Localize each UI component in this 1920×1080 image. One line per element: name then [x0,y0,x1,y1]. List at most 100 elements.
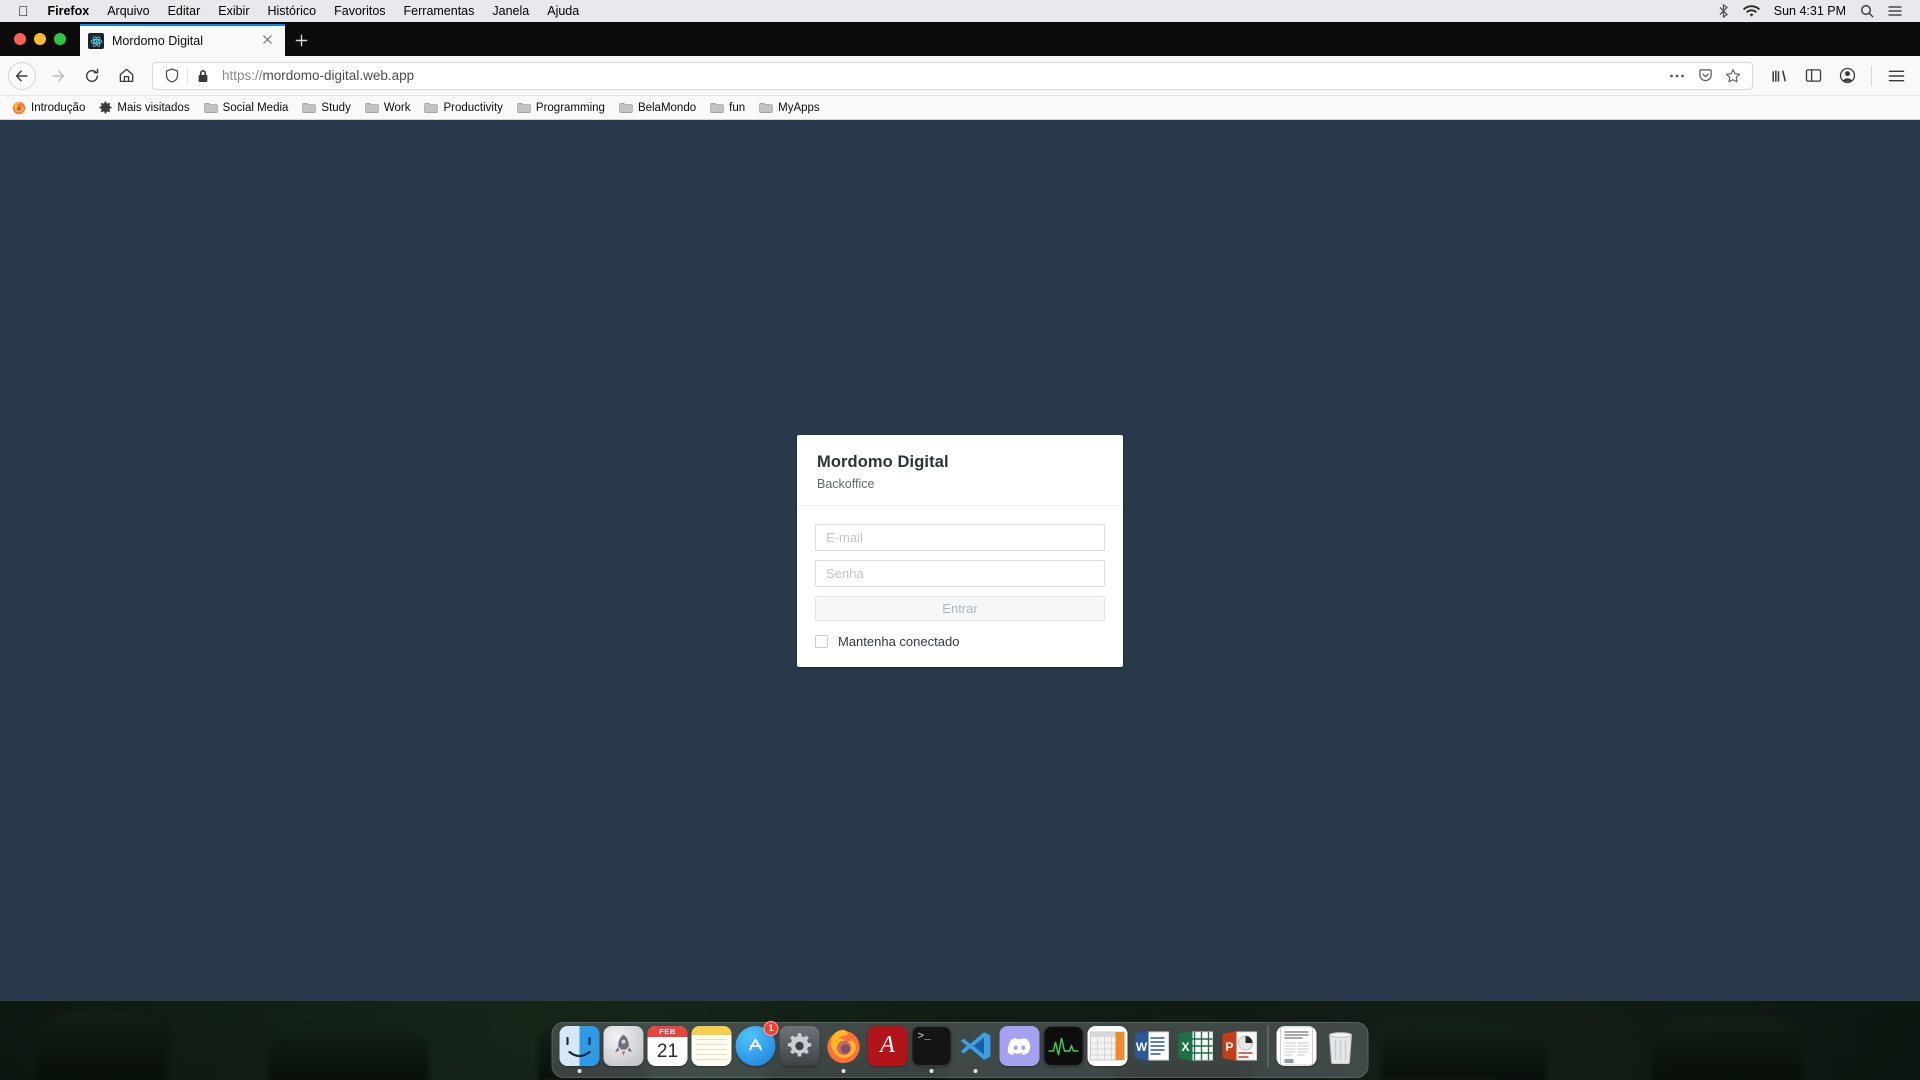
dock-item-calendar[interactable]: FEB 21 [647,1023,689,1073]
bookmark-work[interactable]: Work [359,100,417,116]
dock-item-trash[interactable] [1320,1023,1362,1073]
back-button[interactable] [8,61,36,90]
menu-item-editar[interactable]: Editar [159,4,210,18]
window-minimize-button[interactable] [34,33,46,45]
dock-item-activity-monitor[interactable] [1043,1023,1085,1073]
login-form: Entrar Mantenha conectado [797,506,1123,667]
dock-item-terminal[interactable]: >_ [911,1023,953,1073]
bookmark-social-media[interactable]: Social Media [198,100,295,116]
bookmark-introducao[interactable]: Introdução [6,99,91,117]
urlbar-divider [187,67,188,84]
page-title: Mordomo Digital [817,452,949,471]
dock-item-acrobat-reader[interactable]: A [867,1023,909,1073]
folder-icon [710,102,724,113]
browser-tab-active[interactable]: Mordomo Digital [80,24,285,56]
account-icon[interactable] [1831,60,1863,92]
dock-item-vscode[interactable] [955,1023,997,1073]
new-tab-button[interactable] [285,24,317,56]
sidebar-icon[interactable] [1797,60,1829,92]
bookmark-label: MyApps [778,101,820,114]
menu-item-arquivo[interactable]: Arquivo [98,4,158,18]
control-center-icon[interactable] [1888,5,1902,17]
bookmark-programming[interactable]: Programming [511,100,611,116]
running-indicator [841,1069,846,1073]
dock-item-firefox[interactable] [823,1023,865,1073]
home-button[interactable] [110,60,142,92]
dock-item-notes[interactable] [691,1023,733,1073]
bookmark-label: Study [321,101,351,114]
window-close-button[interactable] [14,33,26,45]
powerpoint-glyph: P [1225,1040,1233,1054]
firefox-logo-icon [12,101,26,114]
menu-item-janela[interactable]: Janela [483,4,538,18]
word-glyph: W [1136,1040,1148,1054]
bookmark-label: Work [383,101,411,114]
menu-item-ajuda[interactable]: Ajuda [538,4,588,18]
bookmark-label: Programming [535,101,605,114]
dock-item-word[interactable]: W [1131,1023,1173,1073]
tab-strip: Mordomo Digital [0,22,1920,56]
url-text[interactable]: https://mordomo-digital.web.app [216,68,1664,83]
pocket-icon[interactable] [1692,63,1718,89]
apple-logo-icon[interactable]:  [18,4,29,18]
dock-separator [1267,1025,1269,1067]
star-icon[interactable] [1720,63,1746,89]
ellipsis-icon[interactable] [1664,63,1690,89]
remember-me-checkbox[interactable] [815,634,828,648]
window-maximize-button[interactable] [54,33,66,45]
bookmark-label: Social Media [222,101,289,114]
dock-item-discord[interactable] [999,1023,1041,1073]
folder-icon [759,102,773,113]
bluetooth-icon[interactable] [1718,4,1729,18]
tracking-protection-shield-icon[interactable] [159,63,185,89]
email-field[interactable] [815,523,1105,551]
close-icon[interactable] [261,33,277,49]
library-icon[interactable] [1763,60,1795,92]
dock-item-powerpoint[interactable]: P [1219,1023,1261,1073]
dock-item-document[interactable] [1276,1023,1318,1073]
bookmark-label: Introdução [31,101,86,114]
calendar-month: FEB [647,1026,688,1037]
bookmark-study[interactable]: Study [296,100,356,116]
menu-item-historico[interactable]: Histórico [259,4,326,18]
menu-item-ferramentas[interactable]: Ferramentas [395,4,484,18]
macos-dock: FEB 21 1 A >_ W X P [551,1021,1369,1078]
search-icon[interactable] [1860,4,1874,18]
bookmark-label: fun [729,101,746,114]
password-field[interactable] [815,559,1105,587]
dock-item-app-store[interactable]: 1 [735,1021,779,1073]
dock-item-launchpad[interactable] [603,1023,645,1073]
dock-item-system-preferences[interactable] [779,1023,821,1073]
remember-me-row[interactable]: Mantenha conectado [815,634,1105,649]
reload-button[interactable] [76,60,108,92]
bookmark-label: BelaMondo [637,101,697,114]
folder-icon [619,102,633,113]
wifi-icon[interactable] [1742,4,1760,18]
padlock-icon[interactable] [190,63,216,89]
menu-item-firefox[interactable]: Firefox [39,4,99,18]
bookmark-mais-visitados[interactable]: Mais visitados [93,99,195,116]
bookmark-productivity[interactable]: Productivity [418,100,508,116]
running-indicator [973,1069,978,1073]
tab-title: Mordomo Digital [112,34,204,48]
dock-item-numbers[interactable] [1087,1023,1129,1073]
menu-item-exibir[interactable]: Exibir [209,4,258,18]
bookmark-fun[interactable]: fun [704,100,751,116]
dock-item-excel[interactable]: X [1175,1023,1217,1073]
folder-icon [302,102,317,113]
dock-item-finder[interactable] [559,1023,601,1073]
bookmark-label: Mais visitados [117,101,190,114]
hamburger-menu-icon[interactable] [1880,60,1912,92]
running-indicator [577,1069,582,1073]
bookmark-belamondo[interactable]: BelaMondo [613,100,702,116]
running-indicator [929,1069,934,1073]
menubar-clock[interactable]: Sun 4:31 PM [1774,4,1846,18]
login-submit-button[interactable]: Entrar [815,595,1105,621]
calendar-day: 21 [656,1040,679,1062]
page-subtitle: Backoffice [817,476,875,491]
bookmark-myapps[interactable]: MyApps [753,100,826,116]
url-bar[interactable]: https://mordomo-digital.web.app [152,61,1753,90]
react-logo-icon [88,33,104,49]
remember-me-label: Mantenha conectado [838,633,960,649]
menu-item-favoritos[interactable]: Favoritos [325,4,394,18]
